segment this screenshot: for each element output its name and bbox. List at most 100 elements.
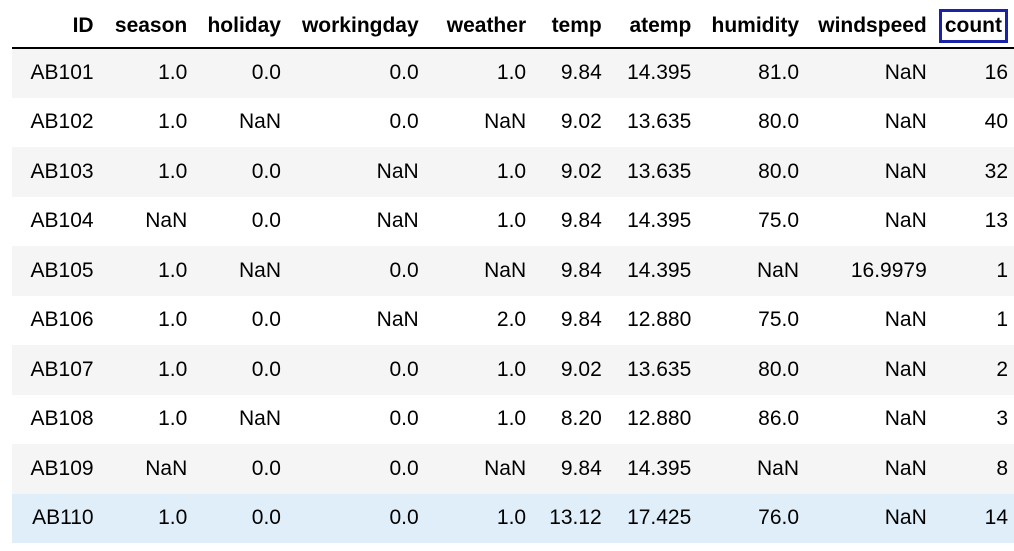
dataframe-output: ID season holiday workingday weather tem… — [0, 0, 1014, 551]
cell-holiday: NaN — [193, 394, 287, 444]
cell-holiday: NaN — [193, 97, 287, 147]
cell-holiday: 0.0 — [193, 444, 287, 494]
count-highlight-box: count — [938, 8, 1008, 43]
cell-weather: NaN — [424, 246, 533, 296]
cell-temp: 9.84 — [532, 295, 608, 345]
row-id-cell: AB109 — [12, 444, 100, 494]
cell-season: 1.0 — [99, 147, 194, 197]
row-id-cell: AB104 — [12, 196, 100, 246]
cell-humidity: 81.0 — [697, 48, 806, 98]
cell-humidity: 75.0 — [697, 196, 806, 246]
cell-windspeed: NaN — [805, 295, 933, 345]
row-id-cell: AB110 — [12, 493, 100, 543]
cell-atemp: 14.395 — [607, 196, 698, 246]
row-id-cell: AB105 — [12, 246, 100, 296]
cell-count: 16 — [932, 48, 1014, 98]
table-row: AB104 NaN 0.0 NaN 1.0 9.84 14.395 75.0 NaN 13 — [12, 196, 1014, 246]
cell-atemp: 13.635 — [607, 147, 698, 197]
cell-humidity: NaN — [697, 444, 806, 494]
cell-windspeed: NaN — [805, 48, 933, 98]
cell-workingday: NaN — [286, 295, 425, 345]
cell-holiday: 0.0 — [193, 196, 287, 246]
table-row: AB108 1.0 NaN 0.0 1.0 8.20 12.880 86.0 NaN 3 — [12, 394, 1014, 444]
cell-workingday: 0.0 — [286, 48, 425, 98]
cell-workingday: 0.0 — [286, 246, 425, 296]
column-header-temp: temp — [532, 4, 608, 49]
cell-count: 13 — [932, 196, 1014, 246]
table-row: AB102 1.0 NaN 0.0 NaN 9.02 13.635 80.0 NaN 40 — [12, 97, 1014, 147]
cell-windspeed: NaN — [805, 345, 933, 395]
cell-humidity: 75.0 — [697, 295, 806, 345]
column-header-windspeed: windspeed — [805, 4, 933, 49]
cell-season: 1.0 — [99, 246, 194, 296]
cell-workingday: NaN — [286, 147, 425, 197]
table-row: AB107 1.0 0.0 0.0 1.0 9.02 13.635 80.0 NaN 2 — [12, 345, 1014, 395]
cell-atemp: 12.880 — [607, 295, 698, 345]
table-row: AB106 1.0 0.0 NaN 2.0 9.84 12.880 75.0 NaN 1 — [12, 295, 1014, 345]
cell-workingday: 0.0 — [286, 345, 425, 395]
cell-season: 1.0 — [99, 97, 194, 147]
cell-atemp: 13.635 — [607, 97, 698, 147]
header-row: ID season holiday workingday weather tem… — [12, 4, 1014, 49]
cell-workingday: 0.0 — [286, 493, 425, 543]
table-row: AB109 NaN 0.0 0.0 NaN 9.84 14.395 NaN NaN 8 — [12, 444, 1014, 494]
cell-workingday: 0.0 — [286, 394, 425, 444]
cell-temp: 9.02 — [532, 97, 608, 147]
cell-count: 32 — [932, 147, 1014, 197]
cell-humidity: 80.0 — [697, 345, 806, 395]
column-header-id: ID — [12, 4, 100, 49]
cell-temp: 9.84 — [532, 196, 608, 246]
row-id-cell: AB108 — [12, 394, 100, 444]
column-header-count: count — [932, 4, 1014, 49]
cell-temp: 9.84 — [532, 444, 608, 494]
cell-weather: 1.0 — [424, 493, 533, 543]
cell-humidity: 86.0 — [697, 394, 806, 444]
column-header-weather: weather — [424, 4, 533, 49]
cell-weather: NaN — [424, 444, 533, 494]
cell-windspeed: 16.9979 — [805, 246, 933, 296]
cell-workingday: NaN — [286, 196, 425, 246]
cell-season: 1.0 — [99, 394, 194, 444]
row-id-cell: AB102 — [12, 97, 100, 147]
cell-count: 2 — [932, 345, 1014, 395]
column-header-workingday: workingday — [286, 4, 425, 49]
cell-temp: 9.84 — [532, 48, 608, 98]
cell-temp: 9.02 — [532, 345, 608, 395]
cell-atemp: 14.395 — [607, 48, 698, 98]
cell-count: 8 — [932, 444, 1014, 494]
cell-count: 14 — [932, 493, 1014, 543]
cell-season: NaN — [99, 196, 194, 246]
cell-temp: 13.12 — [532, 493, 608, 543]
cell-atemp: 17.425 — [607, 493, 698, 543]
cell-windspeed: NaN — [805, 493, 933, 543]
cell-weather: 1.0 — [424, 48, 533, 98]
cell-weather: 1.0 — [424, 345, 533, 395]
cell-season: NaN — [99, 444, 194, 494]
cell-windspeed: NaN — [805, 394, 933, 444]
cell-workingday: 0.0 — [286, 97, 425, 147]
cell-atemp: 14.395 — [607, 444, 698, 494]
cell-humidity: 80.0 — [697, 97, 806, 147]
cell-holiday: NaN — [193, 246, 287, 296]
row-id-cell: AB103 — [12, 147, 100, 197]
cell-season: 1.0 — [99, 48, 194, 98]
cell-temp: 9.84 — [532, 246, 608, 296]
row-id-cell: AB106 — [12, 295, 100, 345]
cell-windspeed: NaN — [805, 444, 933, 494]
cell-temp: 9.02 — [532, 147, 608, 197]
row-id-cell: AB107 — [12, 345, 100, 395]
cell-holiday: 0.0 — [193, 493, 287, 543]
cell-humidity: NaN — [697, 246, 806, 296]
column-header-season: season — [99, 4, 194, 49]
cell-holiday: 0.0 — [193, 345, 287, 395]
cell-weather: 2.0 — [424, 295, 533, 345]
cell-weather: 1.0 — [424, 196, 533, 246]
cell-count: 1 — [932, 295, 1014, 345]
dataframe-table: ID season holiday workingday weather tem… — [12, 4, 1014, 543]
table-body: AB101 1.0 0.0 0.0 1.0 9.84 14.395 81.0 NaN 16 AB10… — [12, 48, 1014, 543]
cell-atemp: 12.880 — [607, 394, 698, 444]
cell-windspeed: NaN — [805, 147, 933, 197]
cell-count: 3 — [932, 394, 1014, 444]
cell-season: 1.0 — [99, 493, 194, 543]
column-header-holiday: holiday — [193, 4, 287, 49]
